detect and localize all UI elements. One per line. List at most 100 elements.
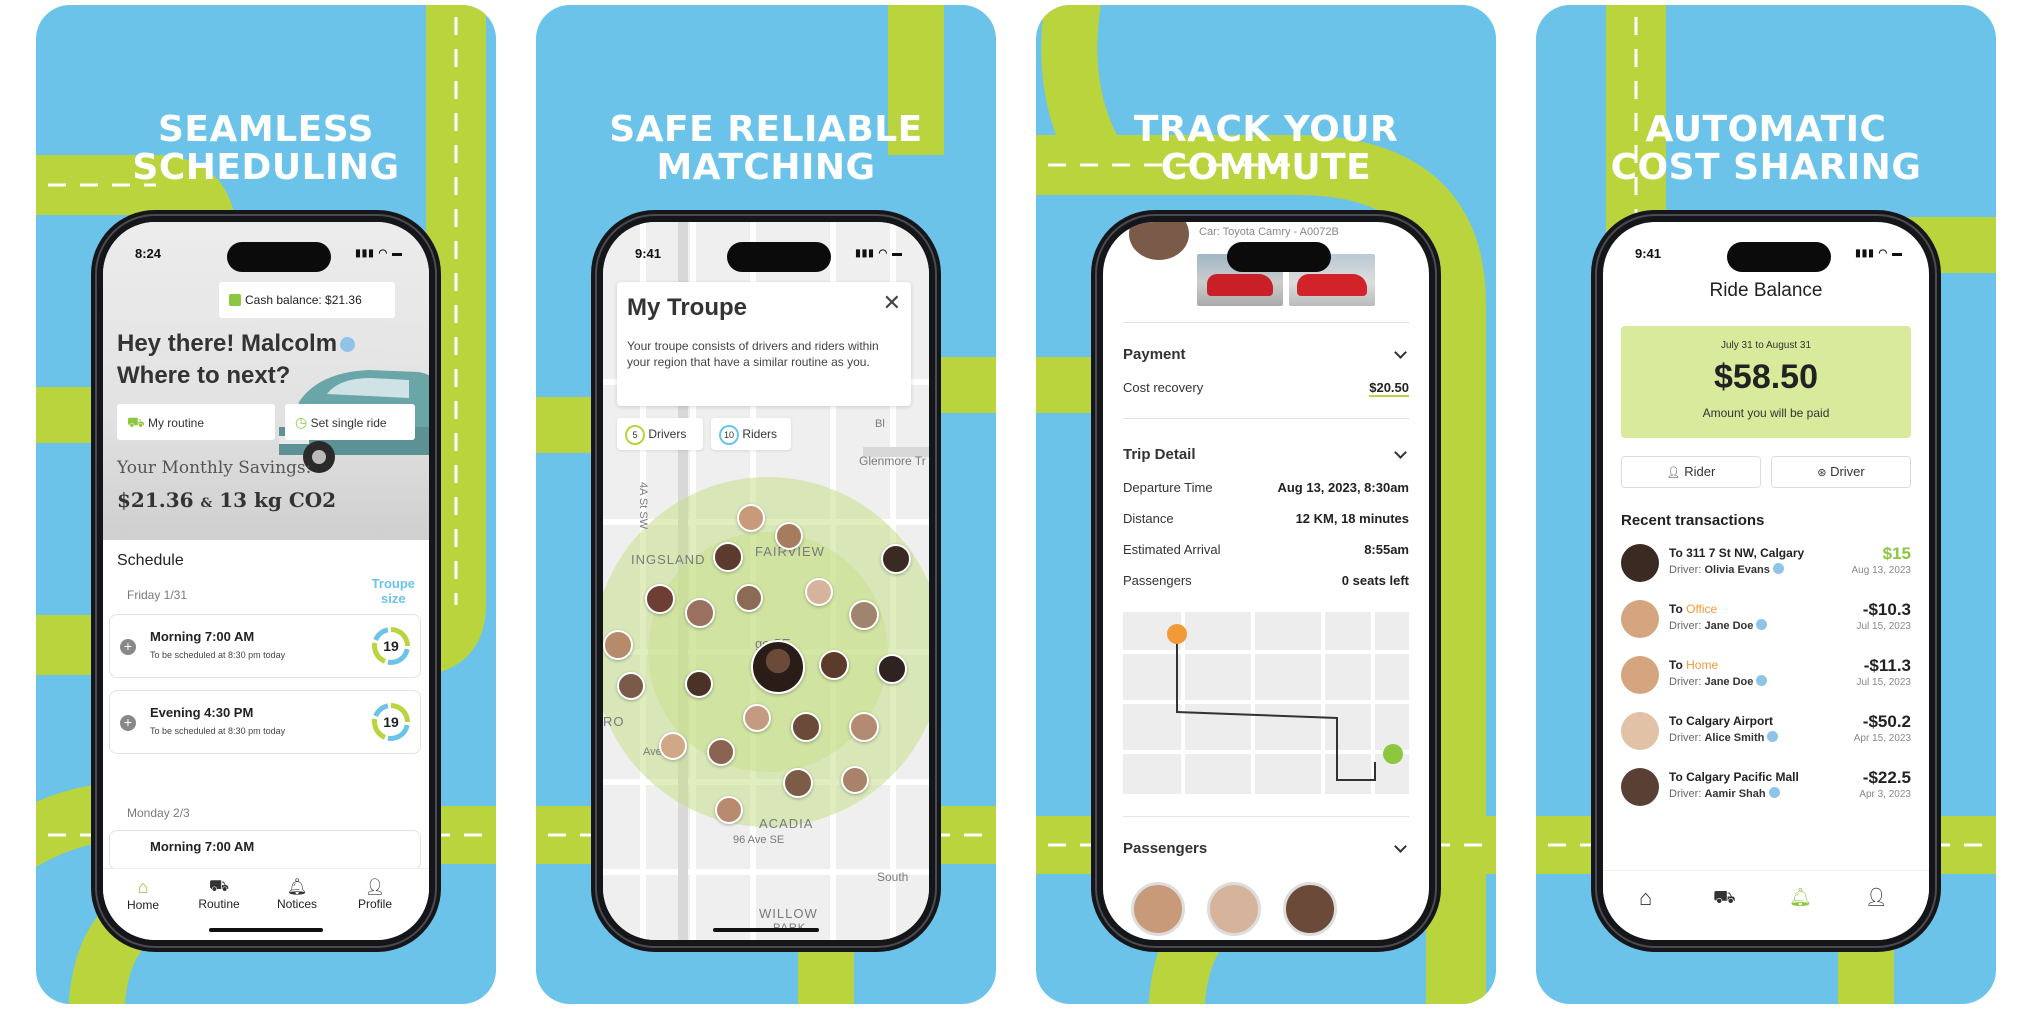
drivers-chip[interactable]: 5 Drivers (617, 418, 703, 450)
car-text: Car: Toyota Camry - A0072B (1199, 226, 1339, 238)
add-icon[interactable]: + (120, 639, 136, 655)
driver-avatar (1129, 222, 1189, 260)
day-label: Monday 2/3 (127, 806, 190, 820)
member-avatar[interactable] (841, 766, 869, 794)
troupe-map-screen: Glenmore Tr 4A St SW INGSLAND FAIRVIEW R… (603, 222, 929, 940)
map-label: 4A St SW (637, 482, 649, 530)
set-single-ride-button[interactable]: ◷ Set single ride (285, 404, 415, 440)
passenger-avatar[interactable] (1207, 882, 1261, 936)
chevron-down-icon[interactable] (1394, 446, 1407, 459)
driver-button[interactable]: ⊛ Driver (1771, 456, 1911, 488)
trip-row-value: Aug 13, 2023, 8:30am (1277, 480, 1409, 495)
member-avatar[interactable] (707, 738, 735, 766)
balance-card: July 31 to August 31 $58.50 Amount you w… (1621, 326, 1911, 438)
member-avatar[interactable] (713, 542, 743, 572)
trip-row-value: 8:55am (1364, 542, 1409, 557)
transaction-row[interactable]: To Calgary Airport Driver: Alice Smith -… (1621, 706, 1911, 760)
bottom-nav: ⌂ Home ⛟ Routine 🔔︎ Notices 👤︎ Profile (103, 868, 429, 940)
trip-row-label: Passengers (1123, 573, 1192, 588)
ride-card[interactable]: + Evening 4:30 PM To be scheduled at 8:3… (109, 690, 421, 754)
home-icon[interactable]: ⌂ (1639, 885, 1652, 911)
status-bar: 8:24 ▮▮▮ ◠ ▬ (135, 246, 403, 261)
verified-icon (1767, 731, 1779, 742)
passenger-avatar[interactable] (1131, 882, 1185, 936)
member-avatar[interactable] (645, 584, 675, 614)
user-avatar-center[interactable] (751, 640, 805, 694)
verified-icon (1772, 563, 1784, 574)
member-avatar[interactable] (849, 712, 879, 742)
verified-icon (1756, 675, 1768, 686)
cost-recovery-value: $20.50 (1369, 380, 1409, 397)
add-icon[interactable]: + (120, 715, 136, 731)
savings-values: $21.36 & 13 kg CO2 (117, 488, 337, 512)
clock-icon: ◷ (295, 414, 308, 430)
status-bar: 9:41 ▮▮▮ ◠ ▬ (1635, 246, 1903, 261)
troupe-info-card: My Troupe ✕ Your troupe consists of driv… (617, 282, 911, 406)
rider-button[interactable]: 👤︎ Rider (1621, 456, 1761, 488)
cash-balance-chip[interactable]: Cash balance: $21.36 (219, 282, 395, 318)
home-screen: 8:24 ▮▮▮ ◠ ▬ Cash balance: $21.36 Hey th… (103, 222, 429, 940)
member-avatar[interactable] (819, 650, 849, 680)
balance-caption: Amount you will be paid (1702, 406, 1830, 420)
transaction-row[interactable]: To Calgary Pacific Mall Driver: Aamir Sh… (1621, 762, 1911, 816)
nav-notices[interactable]: 🔔︎ Notices (269, 877, 325, 911)
status-bar: 9:41 ▮▮▮ ◠ ▬ (635, 246, 903, 261)
member-avatar[interactable] (881, 544, 911, 574)
map-label: South (877, 870, 909, 884)
phone-frame: Car: Toyota Camry - A0072B Payment Cost … (1091, 210, 1441, 952)
signal-wifi-battery-icon: ▮▮▮ ◠ ▬ (1855, 248, 1903, 259)
savings-label: Your Monthly Savings: (117, 458, 312, 478)
member-avatar[interactable] (737, 504, 765, 532)
driver-avatar (1621, 656, 1659, 694)
close-icon[interactable]: ✕ (883, 290, 901, 316)
member-avatar[interactable] (849, 600, 879, 630)
member-avatar[interactable] (877, 654, 907, 684)
member-avatar[interactable] (791, 712, 821, 742)
chevron-down-icon[interactable] (1394, 840, 1407, 853)
map-label: RO (603, 714, 625, 729)
transaction-row[interactable]: To 311 7 St NW, Calgary Driver: Olivia E… (1621, 538, 1911, 592)
member-avatar[interactable] (783, 768, 813, 798)
member-avatar[interactable] (603, 630, 633, 660)
troupe-size-ring: 19 (372, 627, 410, 665)
map-label: 96 Ave SE (733, 834, 785, 846)
member-avatar[interactable] (685, 598, 715, 628)
schedule-title: Schedule (117, 552, 184, 569)
member-avatar[interactable] (775, 522, 803, 550)
ride-card[interactable]: Morning 7:00 AM (109, 830, 421, 870)
ride-card[interactable]: + Morning 7:00 AM To be scheduled at 8:3… (109, 614, 421, 678)
trip-row-label: Departure Time (1123, 480, 1213, 495)
member-avatar[interactable] (685, 670, 713, 698)
member-avatar[interactable] (617, 672, 645, 700)
trip-detail-screen: Car: Toyota Camry - A0072B Payment Cost … (1103, 222, 1429, 940)
trip-row-value: 0 seats left (1341, 573, 1409, 588)
driver-avatar (1621, 600, 1659, 638)
member-avatar[interactable] (735, 584, 763, 612)
car-icon[interactable]: ⛟ (1713, 887, 1736, 911)
chevron-down-icon[interactable] (1394, 346, 1407, 359)
trip-detail-title: Trip Detail (1123, 446, 1196, 463)
home-indicator (209, 928, 323, 932)
headline: SEAMLESS SCHEDULING (132, 109, 400, 188)
balance-amount: $58.50 (1714, 358, 1818, 396)
panel-safe-matching: SAFE RELIABLE MATCHING Glenmore Tr 4A St … (536, 5, 996, 1004)
nav-profile[interactable]: 👤︎ Profile (347, 877, 403, 911)
troupe-description: Your troupe consists of drivers and ride… (627, 339, 879, 369)
member-avatar[interactable] (743, 704, 771, 732)
phone-frame: 9:41 ▮▮▮ ◠ ▬ Ride Balance July 31 to Aug… (1591, 210, 1941, 952)
nav-home[interactable]: ⌂ Home (115, 877, 171, 912)
nav-routine[interactable]: ⛟ Routine (191, 877, 247, 911)
passenger-avatar[interactable] (1283, 882, 1337, 936)
driver-avatar (1621, 768, 1659, 806)
member-avatar[interactable] (805, 578, 833, 606)
verified-icon (1756, 619, 1768, 630)
riders-chip[interactable]: 10 Riders (711, 418, 791, 450)
bell-icon[interactable]: 🔔︎ (1789, 887, 1812, 908)
member-avatar[interactable] (715, 796, 743, 824)
person-icon[interactable]: 👤︎ (1865, 887, 1888, 908)
balance-period: July 31 to August 31 (1720, 340, 1812, 351)
member-avatar[interactable] (659, 732, 687, 760)
transaction-row[interactable]: To Office Driver: Jane Doe -$10.3 Jul 15… (1621, 594, 1911, 648)
my-routine-button[interactable]: ⛟ My routine (117, 404, 275, 440)
transaction-row[interactable]: To Home Driver: Jane Doe -$11.3 Jul 15, … (1621, 650, 1911, 704)
